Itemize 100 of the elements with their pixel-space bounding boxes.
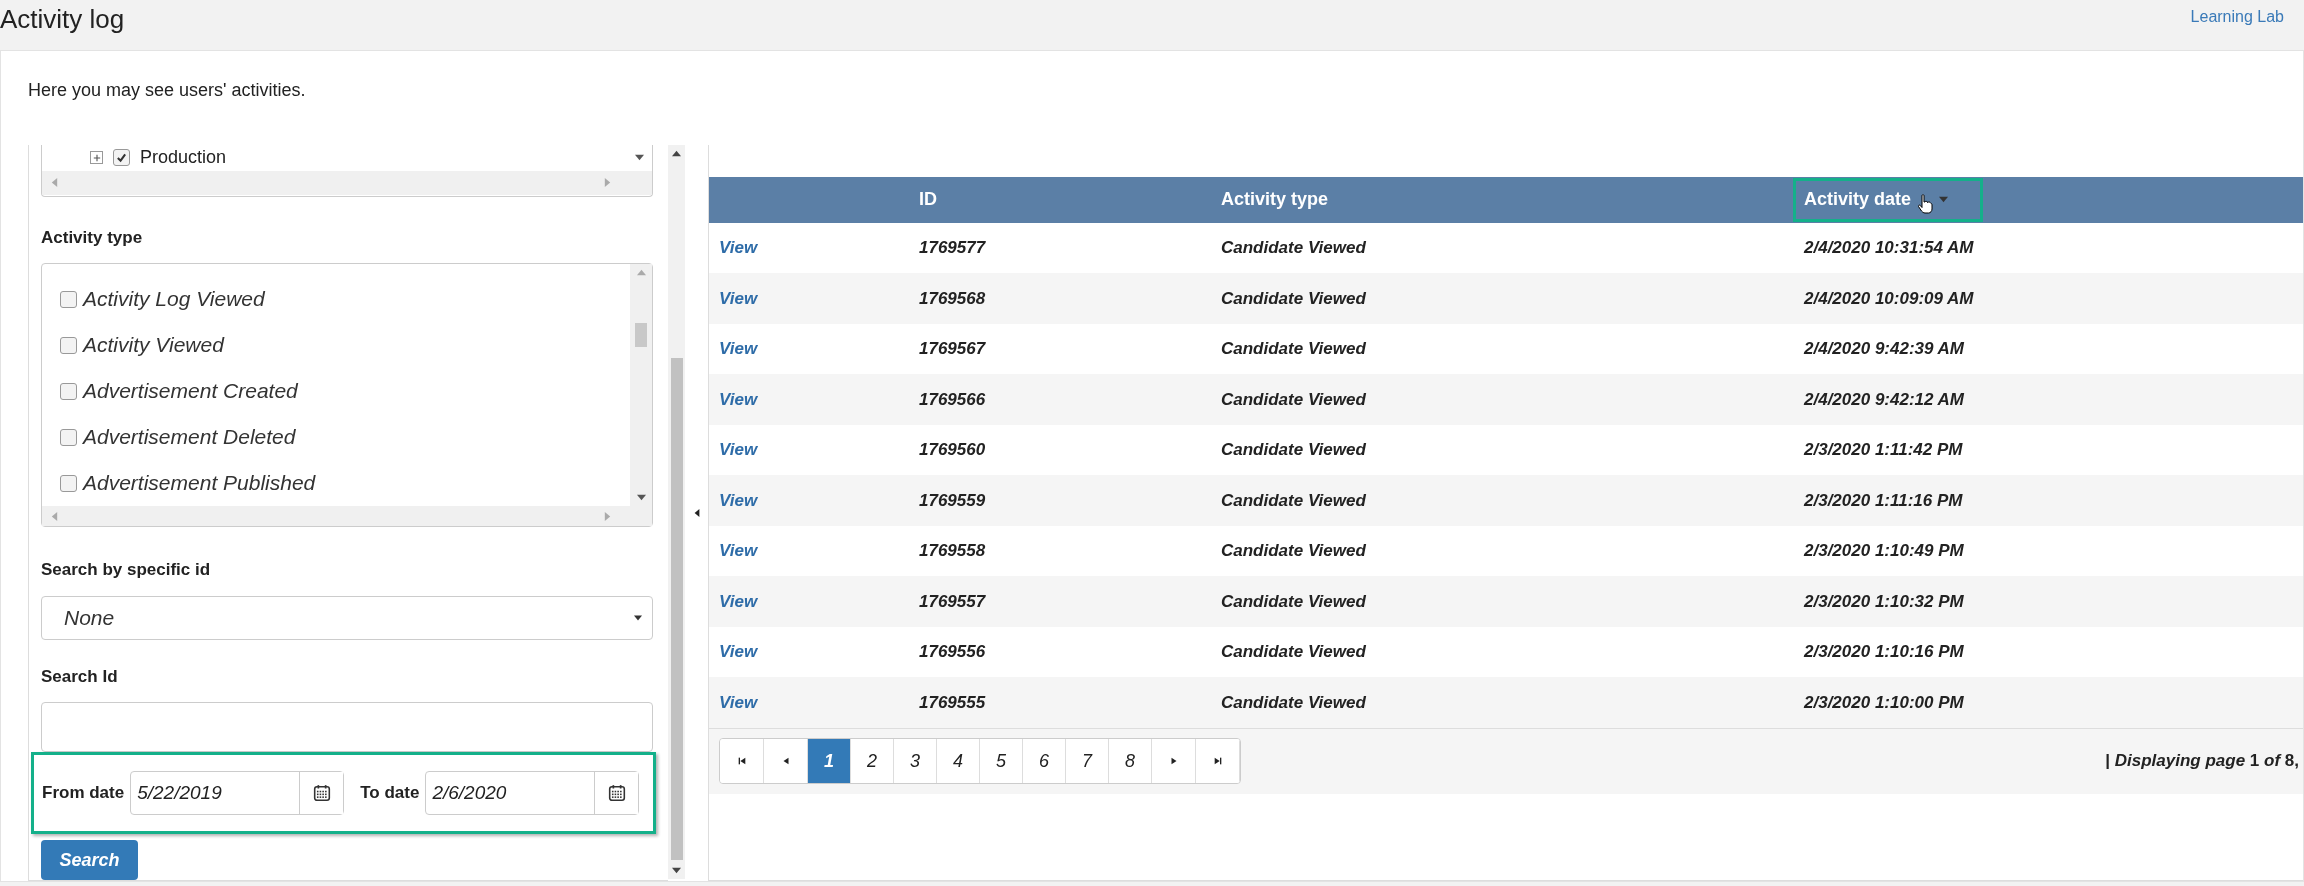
table-cell-text: Candidate Viewed xyxy=(1221,388,1367,411)
table-cell-text: Candidate Viewed xyxy=(1221,287,1367,310)
table-cell-text: Candidate Viewed xyxy=(1221,590,1367,613)
sorted-column-header[interactable]: Activity date xyxy=(1793,177,1983,222)
from-date-label: From date xyxy=(42,782,125,805)
table-cell-text: 1769557 xyxy=(919,590,987,613)
table-cell-text: Candidate Viewed xyxy=(1221,237,1367,259)
sort-caret-icon[interactable] xyxy=(1939,195,1949,204)
search-button[interactable]: Search xyxy=(41,840,138,880)
page-button[interactable]: 1 xyxy=(808,739,851,783)
page-button[interactable]: 4 xyxy=(937,739,980,783)
table-cell-text: Candidate Viewed xyxy=(1221,691,1367,714)
calendar-icon xyxy=(607,784,626,802)
page-button[interactable]: 6 xyxy=(1023,739,1066,783)
page-button[interactable]: 8 xyxy=(1109,739,1152,783)
calendar-button[interactable] xyxy=(299,772,344,814)
table-cell-text: 2/3/2020 1:11:16 PM xyxy=(1804,489,1964,512)
table-cell-text: Candidate Viewed xyxy=(1221,439,1367,461)
page-button[interactable]: 5 xyxy=(980,739,1023,783)
table-cell-text: 2/3/2020 1:10:32 PM xyxy=(1804,590,1965,613)
table-cell-text: 2/3/2020 1:10:49 PM xyxy=(1804,540,1965,562)
activity-type-option[interactable]: Activity Viewed xyxy=(83,329,224,361)
table-cell-text: 2/4/2020 9:42:39 AM xyxy=(1804,338,1966,360)
last-page-icon xyxy=(1212,756,1223,766)
horizontal-scrollbar[interactable] xyxy=(42,170,652,195)
search-id-field[interactable] xyxy=(41,702,653,752)
checkbox[interactable] xyxy=(60,336,77,354)
vertical-scrollbar[interactable] xyxy=(630,264,652,506)
section-label: Search by specific id xyxy=(41,559,212,581)
scroll-left-icon[interactable] xyxy=(50,511,59,521)
checkbox[interactable] xyxy=(60,290,77,308)
calendar-button[interactable] xyxy=(594,772,639,814)
activity-type-option[interactable]: Advertisement Deleted xyxy=(83,421,296,453)
table-cell-text: Candidate Viewed xyxy=(1221,641,1367,663)
scrollbar-thumb[interactable] xyxy=(670,357,683,860)
table-cell-text: 2/3/2020 1:10:16 PM xyxy=(1804,641,1965,663)
view-link[interactable]: View xyxy=(709,487,919,513)
activity-type-option[interactable]: Activity Log Viewed xyxy=(83,283,265,315)
column-header[interactable]: ID xyxy=(919,189,937,209)
table-cell-text: 2/3/2020 1:11:42 PM xyxy=(1804,439,1964,461)
expand-icon[interactable] xyxy=(90,151,103,164)
checkbox[interactable] xyxy=(60,474,77,492)
column-header[interactable]: Activity type xyxy=(1221,189,1329,209)
table-cell-text: 1769568 xyxy=(919,287,987,310)
view-link[interactable]: View xyxy=(709,639,919,665)
activity-type-option[interactable]: Advertisement Published xyxy=(83,467,316,499)
view-link[interactable]: View xyxy=(709,538,919,564)
view-link[interactable]: View xyxy=(709,285,919,311)
view-link[interactable]: View xyxy=(709,437,919,463)
dropdown-caret-icon[interactable] xyxy=(634,613,642,622)
activity-type-option[interactable]: Advertisement Created xyxy=(83,375,298,407)
scroll-left-icon[interactable] xyxy=(50,178,59,187)
view-link[interactable]: View xyxy=(709,689,919,715)
table-cell-text: 1769560 xyxy=(919,439,987,461)
table-cell-text: Candidate Viewed xyxy=(1221,540,1367,562)
table-cell-text: Candidate Viewed xyxy=(1221,338,1367,360)
scroll-right-icon[interactable] xyxy=(603,511,612,521)
view-link[interactable]: View xyxy=(709,336,919,362)
table-cell-text: 1769558 xyxy=(919,540,987,562)
scroll-down-icon[interactable] xyxy=(636,493,646,502)
scroll-right-icon[interactable] xyxy=(603,178,612,187)
checkbox[interactable] xyxy=(60,382,77,400)
id-type-select[interactable]: None xyxy=(41,595,653,640)
learning-lab-link[interactable]: Learning Lab xyxy=(2190,4,2284,29)
checkmark-icon xyxy=(116,152,127,163)
scrollbar-thumb[interactable] xyxy=(635,323,647,347)
view-link[interactable]: View xyxy=(709,588,919,614)
table-cell-text: 1769556 xyxy=(919,641,987,663)
view-link[interactable]: View xyxy=(709,386,919,412)
checkbox[interactable] xyxy=(60,428,77,446)
table-cell-text: 2/3/2020 1:10:00 PM xyxy=(1804,691,1965,714)
scroll-up-icon[interactable] xyxy=(672,148,681,158)
view-link[interactable]: View xyxy=(709,235,919,261)
table-cell-text: 1769567 xyxy=(919,338,987,360)
table-cell-text: 1769559 xyxy=(919,489,987,512)
table-cell-text: 2/4/2020 10:31:54 AM xyxy=(1804,237,1975,259)
page-button[interactable]: 7 xyxy=(1066,739,1109,783)
section-label: Activity type xyxy=(41,226,144,249)
to-date-field[interactable]: 2/6/2020 xyxy=(425,771,640,815)
page-button[interactable]: 2 xyxy=(851,739,894,783)
scroll-down-icon[interactable] xyxy=(672,866,681,875)
horizontal-scrollbar[interactable] xyxy=(42,506,652,526)
scroll-down-icon[interactable] xyxy=(635,153,644,162)
panel-scrollbar[interactable] xyxy=(668,144,685,879)
to-date-label: To date xyxy=(360,782,420,805)
table-cell-text: 2/4/2020 9:42:12 AM xyxy=(1804,388,1966,411)
section-label: Search Id xyxy=(41,665,119,688)
from-date-field[interactable]: 5/22/2019 xyxy=(130,771,345,815)
page-button[interactable]: 3 xyxy=(894,739,937,783)
hand-cursor-icon xyxy=(1917,192,1934,215)
calendar-icon xyxy=(312,784,331,802)
checkbox[interactable] xyxy=(113,149,130,166)
table-cell-text: 1769577 xyxy=(919,237,987,259)
page-status: | Displaying page 1 of 8, xyxy=(2105,750,2299,773)
intro-text: Here you may see users' activities. xyxy=(27,78,307,102)
first-page-icon xyxy=(736,756,747,766)
table-cell-text: 1769555 xyxy=(919,691,987,714)
table-cell-text: Candidate Viewed xyxy=(1221,489,1367,512)
collapse-panel-icon[interactable] xyxy=(692,508,701,517)
tree-item-label[interactable]: Production xyxy=(140,144,635,171)
